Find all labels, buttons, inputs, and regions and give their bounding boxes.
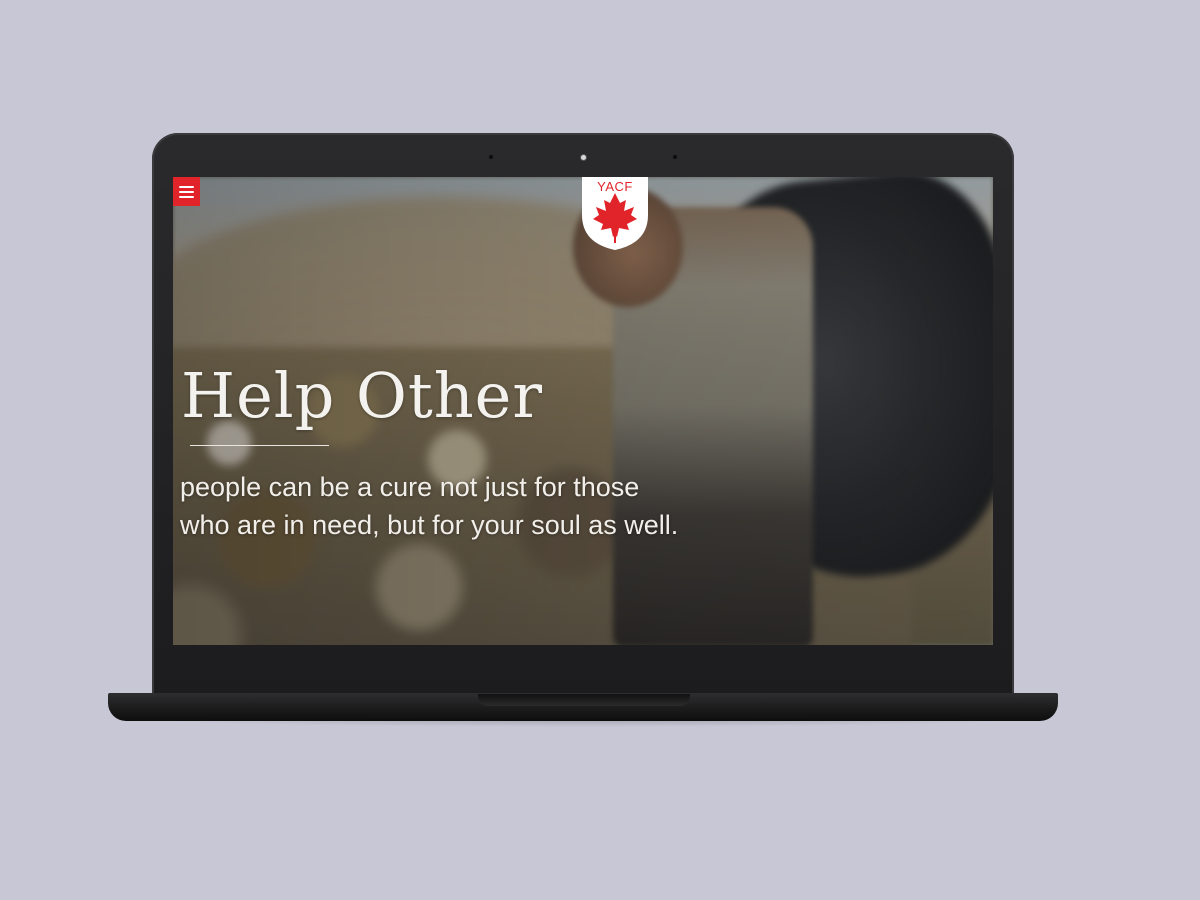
laptop-hinge-notch (478, 694, 690, 706)
logo-initials: YACF (597, 179, 633, 194)
laptop-shadow (120, 719, 1050, 727)
hero-description: people can be a cure not just for those … (180, 468, 740, 544)
sensor-dot-left (489, 155, 493, 159)
site-logo[interactable]: YACF (582, 177, 648, 250)
title-underline (190, 445, 329, 446)
hamburger-menu-icon (179, 185, 194, 188)
page-background: YACF Help Other people can be a cure not… (0, 0, 1200, 900)
hamburger-menu-icon-bar (179, 195, 194, 198)
sensor-dot-right (673, 155, 677, 159)
hamburger-menu-icon-bar (179, 190, 194, 193)
hero-title: Help Other (181, 359, 543, 432)
hero-description-line-2: who are in need, but for your soul as we… (180, 510, 679, 540)
webcam-icon (581, 155, 586, 160)
website-screen: YACF Help Other people can be a cure not… (173, 177, 993, 645)
hero-description-line-1: people can be a cure not just for those (180, 472, 640, 502)
menu-button[interactable] (173, 177, 200, 206)
